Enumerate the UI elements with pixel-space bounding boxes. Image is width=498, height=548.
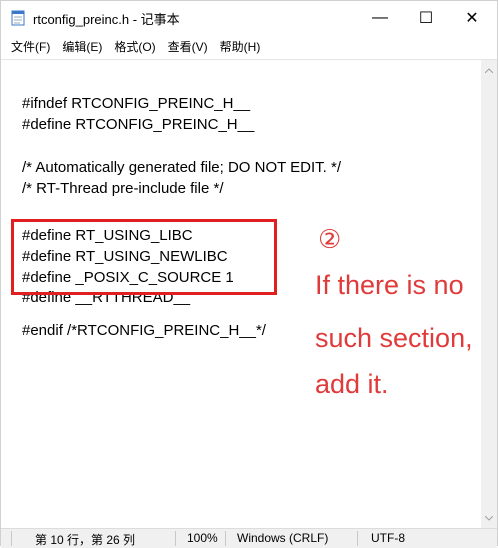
annotation-marker: ② <box>318 224 342 254</box>
status-divider <box>357 531 358 546</box>
status-divider <box>11 531 12 546</box>
highlight-box <box>11 219 277 295</box>
close-icon: ✕ <box>465 10 479 27</box>
code-line: #endif /*RTCONFIG_PREINC_H__*/ <box>22 322 266 339</box>
window-title: rtconfig_preinc.h - 记事本 <box>33 12 180 27</box>
menu-view[interactable]: 查看(V) <box>162 38 214 55</box>
scroll-down-icon[interactable] <box>481 510 497 526</box>
cursor-position: 第 10 行，第 26 列 <box>35 533 136 547</box>
menu-file[interactable]: 文件(F) <box>5 38 56 55</box>
vertical-scrollbar[interactable] <box>481 60 497 528</box>
encoding: UTF-8 <box>371 531 405 545</box>
annotation-line: such section, <box>315 323 473 353</box>
menu-edit[interactable]: 编辑(E) <box>56 38 108 55</box>
annotation-line: If there is no <box>315 270 464 300</box>
code-line: /* Automatically generated file; DO NOT … <box>22 159 342 176</box>
maximize-icon: ☐ <box>418 10 434 27</box>
close-button[interactable]: ✕ <box>449 1 495 35</box>
title-bar[interactable]: rtconfig_preinc.h - 记事本 — ☐ ✕ <box>1 1 497 35</box>
menu-bar: 文件(F) 编辑(E) 格式(O) 查看(V) 帮助(H) <box>1 35 498 57</box>
scroll-up-icon[interactable] <box>481 62 497 78</box>
notepad-icon <box>11 10 25 26</box>
minimize-icon: — <box>372 9 388 26</box>
annotation-line: add it. <box>315 369 389 399</box>
code-line: #ifndef RTCONFIG_PREINC_H__ <box>22 95 251 112</box>
status-divider <box>225 531 226 546</box>
menu-format[interactable]: 格式(O) <box>108 38 161 55</box>
status-divider <box>175 531 176 546</box>
maximize-button[interactable]: ☐ <box>403 1 449 35</box>
code-line: #define RTCONFIG_PREINC_H__ <box>22 116 255 133</box>
code-line: /* RT-Thread pre-include file */ <box>22 180 224 197</box>
zoom-level: 100% <box>187 531 218 545</box>
menu-help[interactable]: 帮助(H) <box>214 38 267 55</box>
minimize-button[interactable]: — <box>357 1 403 35</box>
line-ending: Windows (CRLF) <box>237 531 329 545</box>
status-bar: 第 10 行，第 26 列 100% Windows (CRLF) UTF-8 <box>1 528 497 548</box>
